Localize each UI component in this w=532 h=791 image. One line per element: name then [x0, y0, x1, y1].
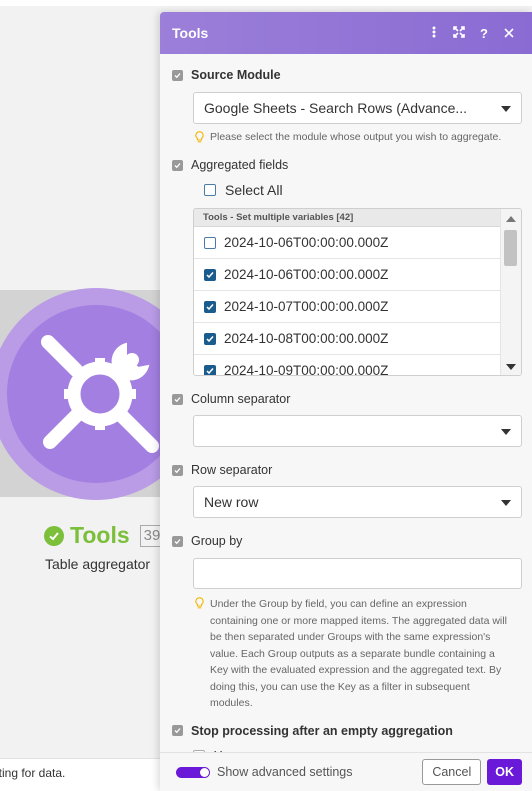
aggregated-fields-label: Aggregated fields	[191, 158, 289, 172]
cancel-button[interactable]: Cancel	[422, 759, 482, 785]
source-module-label: Source Module	[191, 68, 281, 82]
field-label: 2024-10-07T00:00:00.000Z	[224, 299, 389, 314]
close-icon[interactable]	[498, 26, 520, 41]
list-scrollbar[interactable]	[500, 209, 521, 375]
section-toggle-icon[interactable]	[172, 69, 183, 81]
panel-footer: Show advanced settings Cancel OK	[160, 752, 532, 791]
module-title-row: Tools 39	[44, 522, 165, 549]
help-icon[interactable]: ?	[473, 26, 495, 41]
chevron-down-icon	[501, 429, 511, 435]
chevron-down-icon	[501, 106, 511, 112]
scroll-down-icon[interactable]	[506, 364, 516, 370]
group-by-hint-text: Under the Group by field, you can define…	[210, 598, 507, 709]
panel-header: Tools ?	[160, 12, 532, 54]
field-checkbox[interactable]	[204, 300, 216, 313]
module-settings-panel: Tools ? Source Module Google Sheets - Se…	[160, 12, 532, 791]
group-by-label: Group by	[191, 534, 243, 548]
field-checkbox[interactable]	[204, 268, 216, 281]
module-title: Tools	[70, 522, 130, 548]
source-module-select[interactable]: Google Sheets - Search Rows (Advance...	[193, 92, 522, 124]
more-vertical-icon[interactable]	[423, 26, 445, 41]
select-all-checkbox[interactable]	[204, 184, 216, 196]
row-separator-select[interactable]: New row	[193, 486, 522, 518]
list-item[interactable]: 2024-10-06T00:00:00.000Z	[194, 259, 500, 291]
source-module-hint: Please select the module whose output yo…	[195, 130, 522, 144]
section-toggle-icon[interactable]	[172, 159, 183, 171]
expand-icon[interactable]	[448, 25, 470, 41]
select-all-row[interactable]: Select All	[204, 182, 522, 198]
field-checkbox[interactable]	[204, 332, 216, 345]
chevron-down-icon	[501, 500, 511, 506]
tools-icon	[41, 335, 159, 453]
lightbulb-icon	[195, 131, 204, 143]
advanced-settings-toggle[interactable]	[176, 766, 210, 778]
select-all-label: Select All	[225, 182, 283, 198]
advanced-settings-label: Show advanced settings	[217, 765, 353, 779]
ok-button[interactable]: OK	[487, 759, 522, 785]
column-separator-label: Column separator	[191, 392, 291, 406]
list-item[interactable]: 2024-10-09T00:00:00.000Z	[194, 355, 500, 376]
success-check-icon	[44, 525, 64, 546]
list-item[interactable]: 2024-10-07T00:00:00.000Z	[194, 291, 500, 323]
aggregated-fields-list[interactable]: Tools - Set multiple variables [42] 2024…	[193, 208, 522, 376]
source-module-section: Source Module	[172, 68, 522, 82]
status-bar: iting for data.	[0, 758, 170, 791]
field-label: 2024-10-08T00:00:00.000Z	[224, 331, 389, 346]
row-separator-value: New row	[204, 494, 259, 510]
field-label: 2024-10-06T00:00:00.000Z	[224, 235, 389, 250]
list-item[interactable]: 2024-10-06T00:00:00.000Z	[194, 227, 500, 259]
module-subtitle: Table aggregator	[45, 556, 151, 572]
section-toggle-icon[interactable]	[172, 535, 183, 547]
field-checkbox[interactable]	[204, 236, 216, 249]
canvas-top-bar	[0, 0, 532, 6]
group-by-input[interactable]	[193, 558, 522, 589]
section-toggle-icon[interactable]	[172, 464, 183, 476]
scroll-thumb[interactable]	[504, 230, 517, 266]
section-toggle-icon[interactable]	[172, 393, 183, 405]
field-label: 2024-10-06T00:00:00.000Z	[224, 267, 389, 282]
stop-processing-section: Stop processing after an empty aggregati…	[172, 724, 522, 738]
scroll-up-icon[interactable]	[506, 216, 516, 222]
group-by-section: Group by	[172, 534, 522, 548]
aggregated-fields-section: Aggregated fields	[172, 158, 522, 172]
list-group-header: Tools - Set multiple variables [42]	[194, 209, 521, 227]
column-separator-select[interactable]	[193, 415, 522, 447]
column-separator-section: Column separator	[172, 392, 522, 406]
stop-processing-label: Stop processing after an empty aggregati…	[191, 723, 453, 738]
row-separator-section: Row separator	[172, 463, 522, 477]
section-toggle-icon[interactable]	[172, 725, 183, 736]
field-checkbox[interactable]	[204, 364, 216, 375]
lightbulb-icon	[195, 597, 204, 609]
group-by-hint: Under the Group by field, you can define…	[195, 596, 522, 712]
source-module-hint-text: Please select the module whose output yo…	[210, 131, 502, 143]
toggle-knob	[200, 767, 209, 777]
row-separator-label: Row separator	[191, 463, 273, 477]
panel-title: Tools	[172, 25, 209, 41]
list-item[interactable]: 2024-10-08T00:00:00.000Z	[194, 323, 500, 355]
field-label: 2024-10-09T00:00:00.000Z	[224, 363, 389, 376]
source-module-value: Google Sheets - Search Rows (Advance...	[204, 100, 468, 116]
